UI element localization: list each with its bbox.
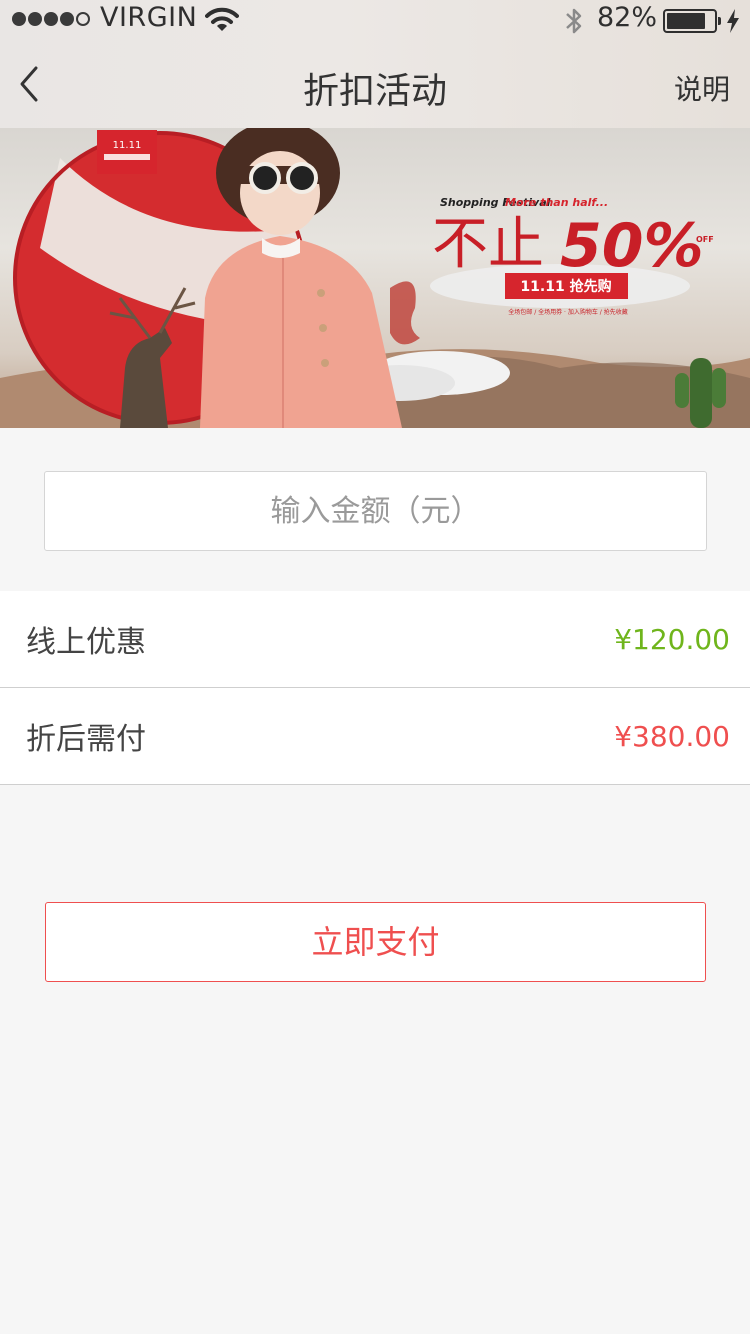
explain-button[interactable]: 说明	[674, 68, 730, 108]
banner-artwork: 11.11 Shopping Festival More than half..…	[0, 128, 750, 428]
banner-tagline-accent: More than half...	[505, 196, 608, 209]
banner-footnote: 全场包邮 / 全场用券 · 加入购物车 / 抢先收藏	[508, 308, 627, 316]
battery-level	[667, 13, 705, 29]
header: VIRGIN 82% 折扣活动 说明	[0, 0, 750, 128]
amount-input-container	[44, 471, 707, 551]
online-discount-row: 线上优惠 ¥120.00	[0, 591, 750, 688]
banner-headline-percent: 50%	[560, 211, 704, 281]
promo-banner[interactable]: 11.11 Shopping Festival More than half..…	[0, 128, 750, 428]
signal-strength-icon	[12, 12, 90, 26]
battery-icon	[663, 9, 721, 33]
banner-headline-off: OFF	[696, 235, 714, 244]
online-discount-value: ¥120.00	[614, 622, 730, 656]
price-list: 线上优惠 ¥120.00 折后需付 ¥380.00	[0, 591, 750, 785]
wifi-icon	[205, 7, 239, 31]
battery-percent: 82%	[597, 2, 658, 33]
bluetooth-icon	[566, 8, 582, 34]
banner-sub-button: 11.11 抢先购	[520, 278, 611, 295]
pay-now-button[interactable]: 立即支付	[45, 902, 706, 982]
online-discount-label: 线上优惠	[26, 625, 146, 660]
page-title: 折扣活动	[302, 71, 447, 112]
status-bar: VIRGIN 82%	[0, 0, 750, 40]
amount-input[interactable]	[45, 472, 706, 550]
carrier-name: VIRGIN	[100, 2, 198, 33]
banner-badge: 11.11	[113, 140, 142, 151]
amount-due-label: 折后需付	[26, 722, 146, 757]
amount-due-value: ¥380.00	[614, 719, 730, 753]
amount-due-row: 折后需付 ¥380.00	[0, 688, 750, 785]
banner-headline-cn: 不止	[432, 212, 544, 277]
charging-icon	[727, 9, 739, 33]
